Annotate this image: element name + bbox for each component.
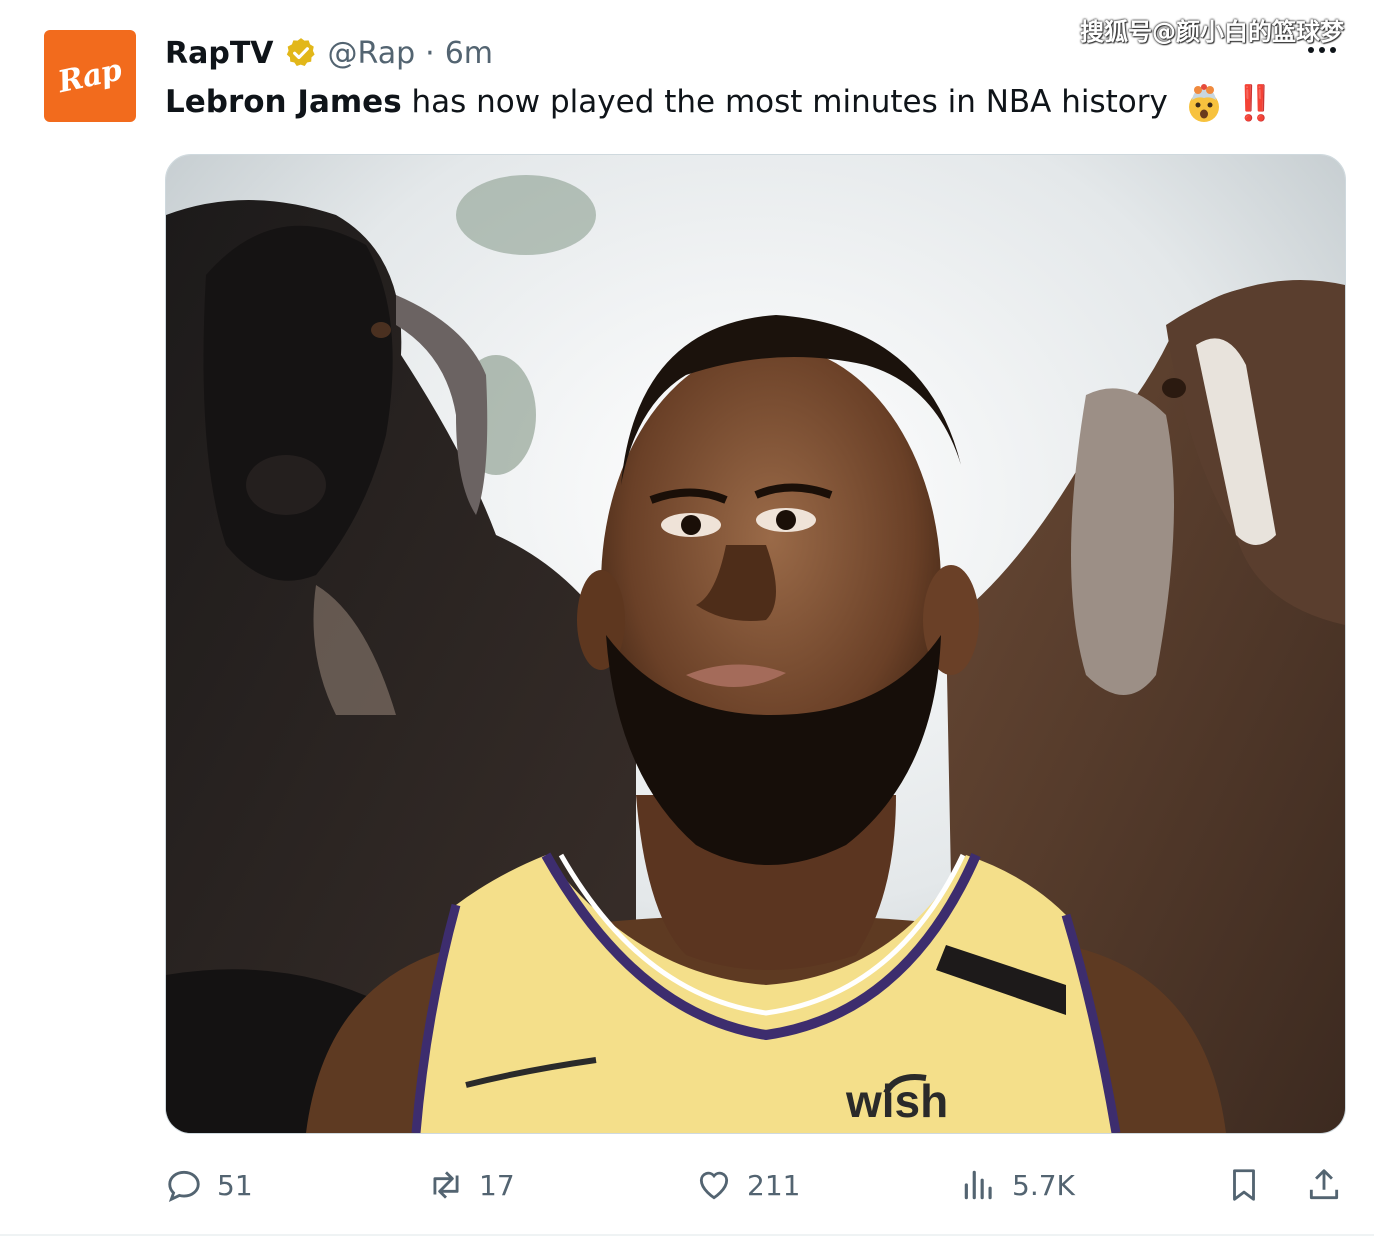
reply-button[interactable]: 51 [165,1160,253,1210]
share-button[interactable] [1305,1160,1343,1210]
avatar-logo-text: Rap [55,52,125,100]
tweet-header: RapTV @Rap · 6m [165,30,493,76]
jersey-brand-text: wish [845,1075,948,1127]
double-exclamation-icon: ‼️ [1233,83,1276,124]
reply-icon [168,1170,200,1202]
retweet-count: 17 [479,1168,515,1202]
lebron-goats-photo: wish [166,155,1345,1133]
heart-icon [699,1171,729,1200]
tweet-image[interactable]: wish [165,154,1346,1134]
like-count: 211 [747,1168,801,1202]
bookmark-icon [1233,1169,1255,1201]
like-button[interactable]: 211 [695,1160,800,1210]
author-handle[interactable]: @Rap [328,36,416,71]
tweet-bold-name: Lebron James [165,84,402,120]
more-options-icon[interactable] [1302,40,1342,60]
tweet-text: Lebron James has now played the most min… [165,80,1276,126]
retweet-button[interactable]: 17 [427,1160,515,1210]
author-avatar[interactable]: Rap [44,30,136,122]
meta-separator: · [425,35,435,71]
views-count: 5.7K [1012,1168,1075,1202]
verified-badge-icon[interactable] [284,36,318,70]
views-button[interactable]: 5.7K [960,1160,1075,1210]
views-chart-icon [964,1170,992,1200]
exploding-head-emoji-icon [1188,83,1219,122]
bookmark-button[interactable] [1225,1160,1263,1210]
reply-count: 51 [217,1168,253,1202]
author-display-name[interactable]: RapTV [165,36,274,71]
tweet-body: has now played the most minutes in NBA h… [411,84,1168,120]
tweet-actions: 51 17 211 5.7K [165,1160,1345,1210]
tweet-card[interactable]: Rap RapTV @Rap · 6m 搜狐号@颜小白的篮球梦 Lebron J… [0,0,1374,1242]
share-icon [1309,1169,1339,1200]
tweet-timestamp[interactable]: 6m [445,36,493,71]
retweet-icon [433,1171,459,1199]
tweet-divider [0,1234,1374,1236]
